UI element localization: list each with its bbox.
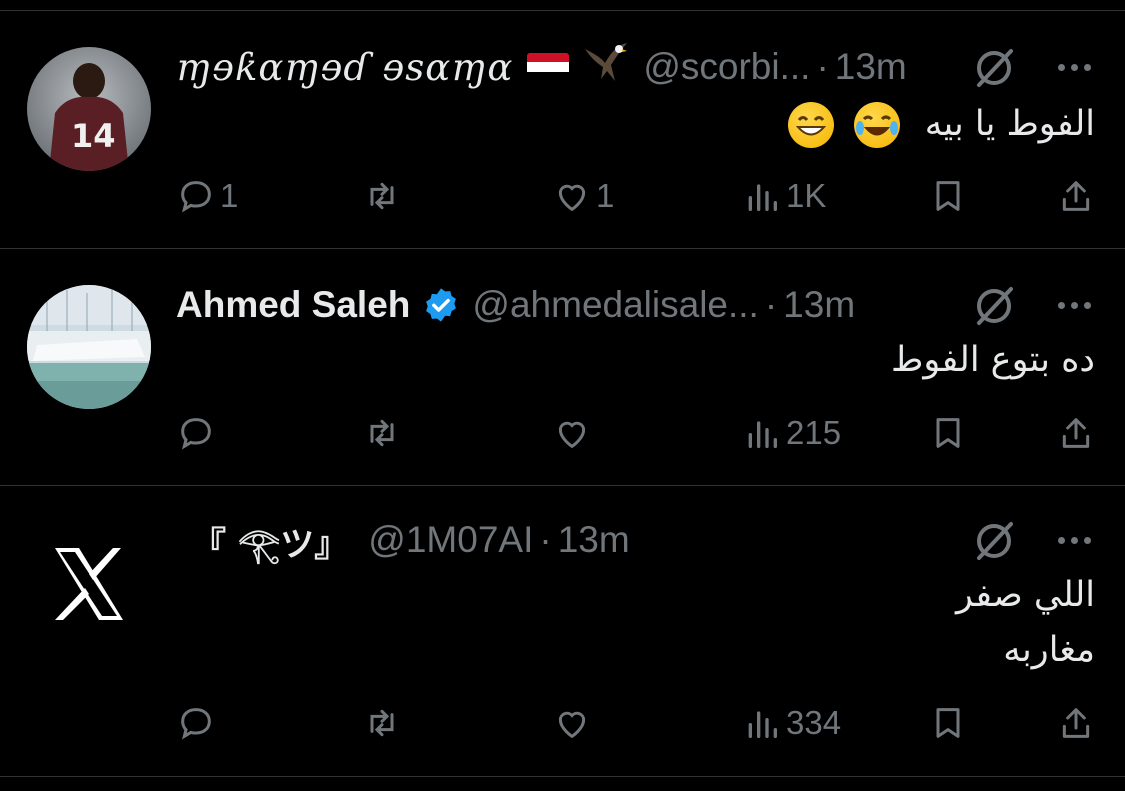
tweet-actions: 334 bbox=[176, 701, 1096, 745]
player-14-avatar-image: 14 bbox=[27, 47, 151, 171]
heart-icon bbox=[558, 711, 586, 739]
timestamp[interactable]: 13m bbox=[835, 46, 907, 88]
timestamp[interactable]: 13m bbox=[783, 284, 855, 326]
like-button[interactable]: 1 bbox=[552, 174, 614, 218]
tweet-3[interactable]: 『 𓂀ツ』 @1M07AI · 13m اللي صفر مغاربه 334 bbox=[0, 486, 1125, 777]
tweet-2[interactable]: Ahmed Saleh @ahmedalisale... · 13m ده بت… bbox=[0, 249, 1125, 486]
display-name[interactable]: 『 𓂀ツ』 bbox=[192, 512, 348, 568]
tweet-text: الفوط يا بيه bbox=[784, 97, 1095, 152]
views-icon bbox=[748, 421, 777, 448]
repost-icon bbox=[370, 709, 394, 737]
marina-avatar-image bbox=[27, 285, 151, 409]
grok-icon[interactable] bbox=[971, 518, 1017, 564]
share-icon bbox=[1062, 181, 1090, 211]
views-button[interactable]: 215 bbox=[742, 411, 841, 455]
repost-button[interactable] bbox=[362, 174, 406, 218]
more-options-icon[interactable] bbox=[1058, 302, 1091, 309]
repost-button[interactable] bbox=[362, 701, 406, 745]
tweet-1[interactable]: 14 ɱɘƙɑɱɘɗ ɘsɑɱɑ @scorbi... · 13m الفوط … bbox=[0, 11, 1125, 249]
avatar[interactable]: 14 bbox=[27, 47, 151, 171]
avatar[interactable] bbox=[27, 285, 151, 409]
tweet-actions: 215 bbox=[176, 411, 1096, 455]
share-icon bbox=[1062, 708, 1090, 738]
like-button[interactable] bbox=[552, 411, 596, 455]
display-name[interactable]: ɱɘƙɑɱɘɗ ɘsɑɱɑ bbox=[176, 46, 513, 89]
handle[interactable]: @scorbi... bbox=[643, 46, 810, 88]
tweet-text: ده بتوع الفوط bbox=[891, 333, 1095, 388]
bookmark-icon bbox=[936, 708, 960, 738]
separator-dot: · bbox=[764, 284, 778, 325]
like-button[interactable] bbox=[552, 701, 596, 745]
view-count: 334 bbox=[786, 704, 842, 741]
bookmark-button[interactable] bbox=[928, 174, 968, 218]
bookmark-icon bbox=[936, 418, 960, 448]
handle[interactable]: @1M07AI bbox=[368, 519, 533, 561]
avatar[interactable] bbox=[27, 522, 151, 646]
share-icon bbox=[1062, 418, 1090, 448]
share-button[interactable] bbox=[1056, 411, 1096, 455]
tweet-header: Ahmed Saleh @ahmedalisale... · 13m bbox=[176, 279, 855, 331]
timestamp[interactable]: 13m bbox=[558, 519, 630, 561]
egypt-flag-icon bbox=[527, 53, 570, 81]
tweet-text-line: ده بتوع الفوط bbox=[891, 340, 1095, 380]
more-options-icon[interactable] bbox=[1058, 64, 1091, 71]
heart-icon bbox=[558, 184, 586, 212]
reply-button[interactable] bbox=[176, 701, 220, 745]
tweet-text-line: الفوط يا بيه bbox=[924, 104, 1095, 144]
reply-button[interactable]: 1 bbox=[176, 174, 238, 218]
reply-count: 1 bbox=[220, 177, 239, 214]
heart-icon bbox=[558, 421, 586, 449]
laughing-tears-emoji-icon bbox=[853, 102, 900, 148]
separator-dot: · bbox=[539, 519, 552, 560]
view-count: 1K bbox=[786, 177, 827, 214]
views-button[interactable]: 1K bbox=[742, 174, 826, 218]
reply-icon bbox=[181, 181, 211, 213]
tweet-text-line: اللي صفر bbox=[955, 575, 1095, 615]
separator-dot: · bbox=[816, 46, 829, 87]
share-button[interactable] bbox=[1056, 701, 1096, 745]
verified-badge-icon bbox=[422, 286, 460, 324]
display-name[interactable]: Ahmed Saleh bbox=[176, 284, 410, 326]
handle[interactable]: @ahmedalisale... bbox=[472, 284, 758, 326]
tweet-actions: 1 1 1K bbox=[176, 174, 1096, 218]
like-count: 1 bbox=[596, 177, 615, 214]
bookmark-button[interactable] bbox=[928, 701, 968, 745]
reply-button[interactable] bbox=[176, 411, 220, 455]
views-button[interactable]: 334 bbox=[742, 701, 841, 745]
grinning-emoji-icon bbox=[788, 102, 835, 148]
svg-text:14: 14 bbox=[71, 117, 116, 155]
repost-button[interactable] bbox=[362, 411, 406, 455]
eagle-icon bbox=[581, 41, 629, 94]
reply-icon bbox=[181, 418, 211, 450]
tweet-header: ɱɘƙɑɱɘɗ ɘsɑɱɑ @scorbi... · 13m bbox=[176, 41, 907, 93]
grok-icon[interactable] bbox=[971, 45, 1017, 91]
view-count: 215 bbox=[786, 414, 842, 451]
bookmark-button[interactable] bbox=[928, 411, 968, 455]
bookmark-icon bbox=[936, 181, 960, 211]
reply-icon bbox=[181, 708, 211, 740]
share-button[interactable] bbox=[1056, 174, 1096, 218]
tweet-header: 『 𓂀ツ』 @1M07AI · 13m bbox=[176, 514, 630, 566]
tweet-text: اللي صفر مغاربه bbox=[956, 568, 1095, 678]
grok-icon[interactable] bbox=[971, 283, 1017, 329]
views-icon bbox=[748, 711, 777, 738]
views-icon bbox=[748, 184, 777, 211]
repost-icon bbox=[370, 182, 394, 210]
x-logo-icon bbox=[55, 548, 123, 620]
tweet-text-line: مغاربه bbox=[1003, 630, 1095, 670]
repost-icon bbox=[370, 419, 394, 447]
more-options-icon[interactable] bbox=[1058, 537, 1091, 544]
